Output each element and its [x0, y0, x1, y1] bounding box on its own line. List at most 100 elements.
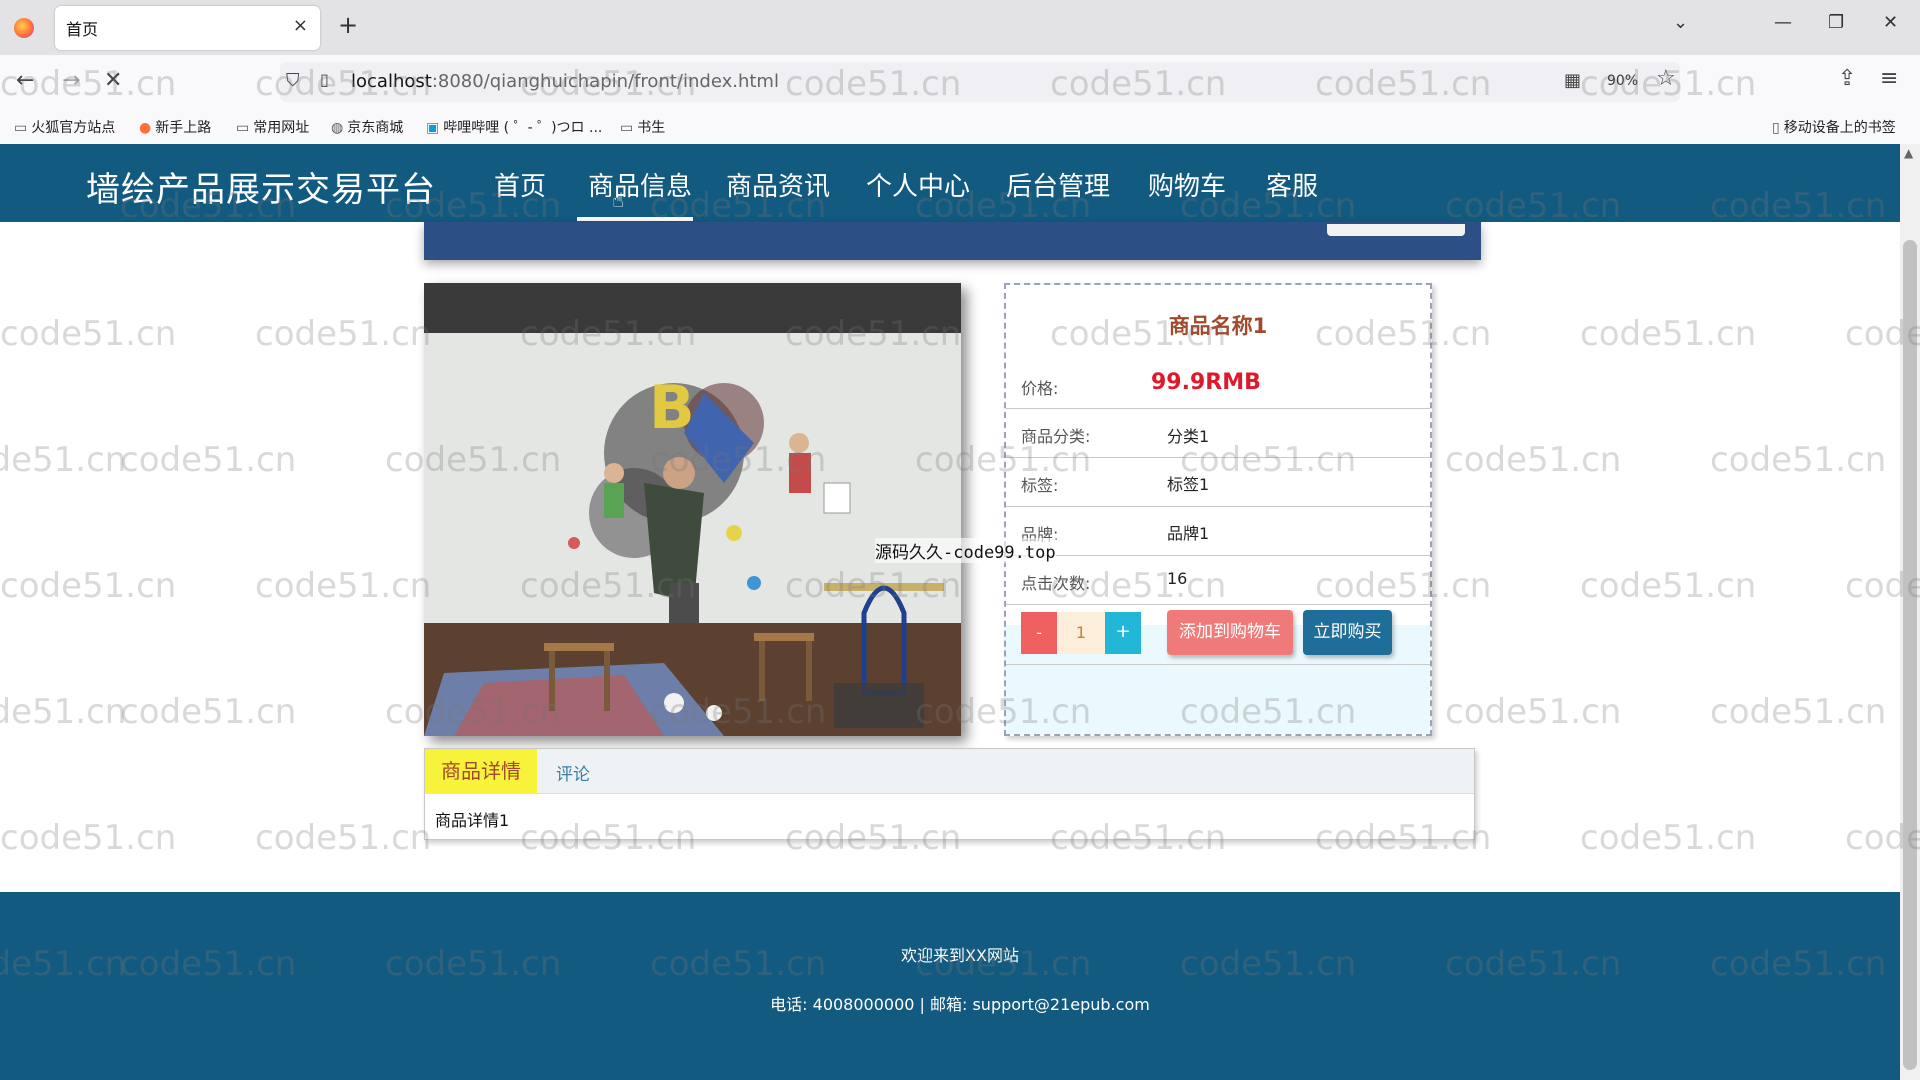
watermark-text: code51.cn	[255, 566, 432, 606]
watermark-text: code51.cn	[1050, 566, 1227, 606]
firefox-logo-icon	[14, 18, 34, 38]
overlay-text: 源码久久-code99.top	[875, 538, 1056, 563]
watermark-text: code51.cn	[0, 440, 127, 480]
mobile-icon: ▯	[1772, 120, 1780, 136]
watermark-text: code51.cn	[785, 818, 962, 858]
watermark-text: code51.cn	[1580, 818, 1757, 858]
restore-icon[interactable]: ❐	[1828, 12, 1844, 33]
tab-title: 首页	[66, 20, 99, 39]
watermark-text: code51.cn	[1445, 692, 1622, 732]
add-to-cart-button[interactable]: 添加到购物车	[1167, 610, 1293, 655]
menu-icon[interactable]: ≡	[1880, 66, 1898, 91]
watermark-text: code51.cn	[1845, 566, 1920, 606]
quantity-input[interactable]: 1	[1057, 612, 1105, 654]
bookmark-item[interactable]: ◍ 京东商城	[331, 117, 403, 137]
watermark-text: code51.cn	[1315, 64, 1492, 104]
watermark-text: code51.cn	[1710, 944, 1887, 984]
watermark-text: code51.cn	[785, 566, 962, 606]
close-tab-icon[interactable]: ×	[293, 15, 308, 36]
watermark-text: code51.cn	[255, 314, 432, 354]
watermark-text: code51.cn	[520, 314, 697, 354]
quantity-increase-button[interactable]: +	[1105, 612, 1141, 654]
watermark-text: code51.cn	[1050, 64, 1227, 104]
watermark-text: code51.cn	[1315, 818, 1492, 858]
watermark-text: code51.cn	[120, 186, 297, 226]
close-window-icon[interactable]: ✕	[1883, 12, 1898, 33]
tab-list-icon[interactable]: ⌄	[1673, 12, 1688, 33]
watermark-text: code51.cn	[785, 314, 962, 354]
folder-icon: ▭	[236, 120, 250, 136]
watermark-text: code51.cn	[385, 944, 562, 984]
watermark-text: code51.cn	[520, 566, 697, 606]
watermark-text: code51.cn	[0, 566, 177, 606]
watermark-text: code51.cn	[1050, 314, 1227, 354]
folder-icon: ▭	[620, 120, 634, 136]
watermark-text: code51.cn	[1180, 692, 1357, 732]
watermark-text: code51.cn	[385, 440, 562, 480]
buy-now-button[interactable]: 立即购买	[1303, 610, 1392, 655]
watermark-text: code51.cn	[0, 692, 127, 732]
watermark-text: code51.cn	[915, 440, 1092, 480]
bookmark-item[interactable]: ▭ 常用网址	[236, 117, 309, 137]
tab-reviews[interactable]: 评论	[556, 760, 590, 785]
watermark-text: code51.cn	[120, 692, 297, 732]
watermark-text: code51.cn	[1315, 314, 1492, 354]
watermark-text: code51.cn	[120, 944, 297, 984]
bookmark-item[interactable]: ▣ 哔哩哔哩 ( ゜- ゜)つロ ...	[426, 117, 602, 137]
watermark-text: code51.cn	[1710, 692, 1887, 732]
watermark-text: code51.cn	[1180, 186, 1357, 226]
footer-contact: 电话: 4008000000 | 邮箱: support@21epub.com	[770, 995, 1150, 1014]
watermark-text: code51.cn	[255, 64, 432, 104]
watermark-text: code51.cn	[0, 314, 177, 354]
watermark-text: code51.cn	[785, 64, 962, 104]
watermark-text: code51.cn	[385, 186, 562, 226]
watermark-text: code51.cn	[915, 692, 1092, 732]
site-footer	[0, 892, 1900, 1080]
watermark-text: code51.cn	[1180, 440, 1357, 480]
watermark-text: code51.cn	[0, 944, 127, 984]
brand-row	[1006, 507, 1430, 556]
detail-content: 商品详情1	[435, 811, 510, 830]
watermark-text: code51.cn	[650, 440, 827, 480]
browser-tab[interactable]: 首页 ×	[55, 6, 320, 50]
watermark-text: code51.cn	[915, 944, 1092, 984]
quantity-decrease-button[interactable]: -	[1021, 612, 1057, 654]
bookmark-item[interactable]: ● 新手上路	[139, 117, 211, 137]
scrollbar-thumb[interactable]	[1903, 240, 1917, 1070]
firefox-icon: ●	[139, 120, 152, 136]
brand-value: 品牌1	[1167, 524, 1210, 543]
watermark-text: code51.cn	[650, 692, 827, 732]
watermark-text: code51.cn	[1315, 566, 1492, 606]
globe-icon: ◍	[331, 120, 344, 136]
extensions-icon[interactable]: ⇪	[1838, 66, 1856, 91]
watermark-text: code51.cn	[1710, 440, 1887, 480]
price-value: 99.9RMB	[1151, 370, 1261, 395]
watermark-text: code51.cn	[385, 692, 562, 732]
scroll-up-icon[interactable]: ▲	[1904, 146, 1913, 160]
watermark-text: code51.cn	[650, 944, 827, 984]
qr-code-icon[interactable]: ▦	[1564, 70, 1581, 91]
watermark-text: code51.cn	[1580, 314, 1757, 354]
watermark-text: code51.cn	[1580, 64, 1757, 104]
watermark-text: code51.cn	[1445, 440, 1622, 480]
new-tab-icon[interactable]: +	[338, 11, 358, 39]
bookmark-item[interactable]: ▭ 书生	[620, 117, 665, 137]
tab-product-detail[interactable]: 商品详情	[425, 749, 537, 794]
watermark-text: code51.cn	[1710, 186, 1887, 226]
watermark-text: code51.cn	[1845, 314, 1920, 354]
mouse-cursor-icon: ☝	[612, 188, 625, 212]
bilibili-icon: ▣	[426, 120, 440, 136]
breadcrumb-panel	[424, 222, 1481, 260]
mobile-bookmarks[interactable]: ▯ 移动设备上的书签	[1772, 117, 1896, 137]
watermark-text: code51.cn	[915, 186, 1092, 226]
watermark-text: code51.cn	[1445, 186, 1622, 226]
minimize-icon[interactable]: —	[1774, 12, 1792, 33]
watermark-text: code51.cn	[520, 64, 697, 104]
watermark-text: code51.cn	[1580, 566, 1757, 606]
watermark-text: code51.cn	[255, 818, 432, 858]
watermark-text: code51.cn	[0, 64, 177, 104]
bookmark-item[interactable]: ▭ 火狐官方站点	[14, 117, 115, 137]
watermark-text: code51.cn	[0, 818, 177, 858]
watermark-text: code51.cn	[1180, 944, 1357, 984]
price-label: 价格:	[1021, 379, 1059, 398]
